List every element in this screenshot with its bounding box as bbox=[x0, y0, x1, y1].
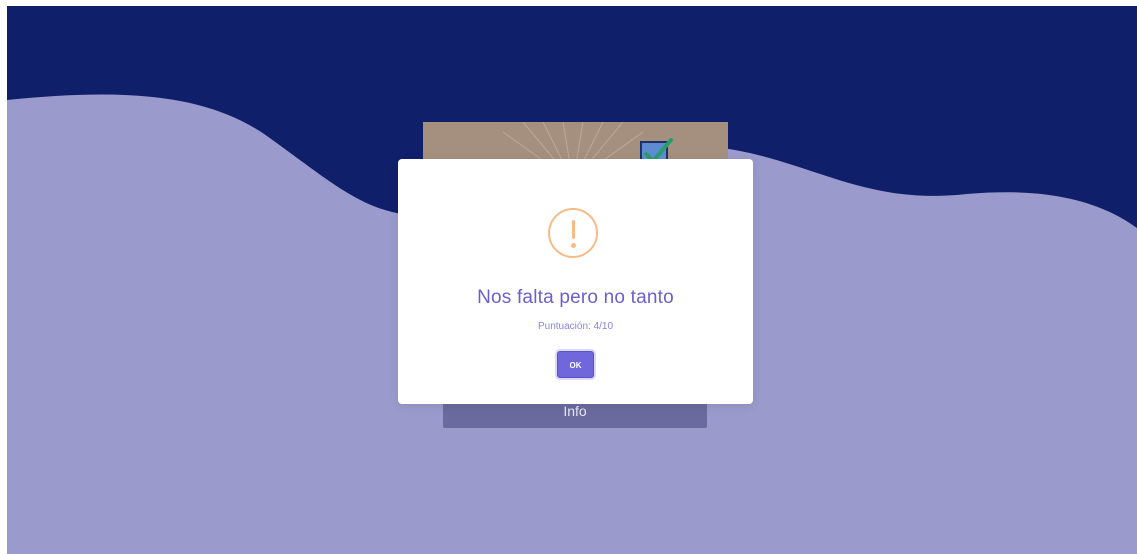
alert-dialog: Nos falta pero no tanto Puntuación: 4/10… bbox=[398, 159, 753, 404]
dialog-title: Nos falta pero no tanto bbox=[477, 287, 674, 308]
ok-button[interactable]: OK bbox=[557, 351, 594, 378]
app-viewport: Info Nos falta pero no tanto Puntuación:… bbox=[7, 6, 1137, 554]
warning-icon bbox=[548, 208, 598, 258]
dialog-score-text: Puntuación: 4/10 bbox=[537, 321, 614, 332]
